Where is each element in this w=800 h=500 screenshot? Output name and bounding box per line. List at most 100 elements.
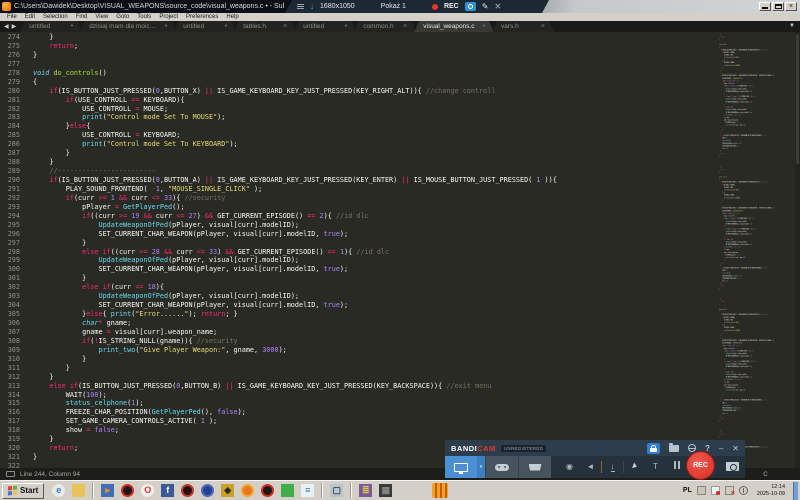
tray-folder-icon[interactable]	[697, 486, 706, 495]
code-line[interactable]: 295 UpdateWeaponOfPed(pPlayer, visual[cu…	[0, 221, 718, 230]
code-line[interactable]: 289 //------------------------	[0, 167, 718, 176]
taskbar-icon-gold-app[interactable]: ◆	[221, 484, 234, 497]
code-line[interactable]: 303 UpdateWeaponOfPed(pPlayer, visual[cu…	[0, 292, 718, 301]
code-line[interactable]: 318 show = false;	[0, 426, 718, 435]
taskbar-icon-firefox[interactable]	[241, 484, 254, 497]
code-line[interactable]: 290 if(IS_BUTTON_JUST_PRESSED(0,BUTTON_A…	[0, 176, 718, 185]
taskbar-icon-red-disc-app-2[interactable]	[181, 484, 194, 497]
code-line[interactable]: 279{	[0, 78, 718, 87]
menu-item-project[interactable]: Project	[155, 13, 182, 21]
code-line[interactable]: 292 if(curr >= 1 && curr <= 33){ //secur…	[0, 194, 718, 203]
dirty-dot-icon[interactable]: •	[217, 21, 227, 32]
code-line[interactable]: 314 WAIT(100);	[0, 391, 718, 400]
taskbar-icon-internet-explorer[interactable]: e	[52, 484, 65, 497]
code-line[interactable]: 304 SET_CURRENT_CHAR_WEAPON(pPlayer, vis…	[0, 301, 718, 310]
rec-button[interactable]: REC	[686, 451, 715, 480]
taskbar-icon-opera[interactable]: O	[141, 484, 154, 497]
menu-item-file[interactable]: File	[3, 13, 21, 21]
code-line[interactable]: 312 }	[0, 373, 718, 382]
code-line[interactable]: 286 print("Control mode Set To KEYBOARD"…	[0, 140, 718, 149]
overlay-close-icon[interactable]: ✕	[494, 2, 501, 11]
taskbar-icon-file-explorer-folder[interactable]	[72, 484, 85, 497]
bandicam-close-icon[interactable]: ✕	[732, 444, 739, 453]
mode-dropdown-caret[interactable]: ▾	[477, 456, 485, 478]
menu-item-find[interactable]: Find	[72, 13, 92, 21]
vertical-scrollbar[interactable]	[795, 32, 800, 468]
code-line[interactable]: 287 }	[0, 149, 718, 158]
tray-document-alert-icon[interactable]	[711, 486, 720, 495]
pause-icon[interactable]	[666, 456, 687, 478]
mouse-cursor-icon[interactable]	[624, 456, 645, 478]
code-line[interactable]: 302 else if(curr <= 18){	[0, 283, 718, 292]
tray-device-disabled-icon[interactable]	[725, 486, 734, 495]
dirty-dot-icon[interactable]: •	[63, 21, 73, 32]
show-desktop-button[interactable]	[793, 482, 798, 500]
dirty-dot-icon[interactable]: •	[157, 21, 167, 32]
taskbar-icon-media-player[interactable]: ▸	[101, 484, 114, 497]
code-line[interactable]: 307 gname = visual[curr].weapon_name;	[0, 328, 718, 337]
taskbar-icon-red-disc-app-3[interactable]	[261, 484, 274, 497]
tab-tables-h[interactable]: tables.h×	[234, 21, 296, 32]
code-line[interactable]: 309 print_two("Give Player Weapon:", gna…	[0, 346, 718, 355]
code-line[interactable]: 297 }	[0, 239, 718, 248]
code-line[interactable]: 315 status_celphone(1);	[0, 399, 718, 408]
code-line[interactable]: 288 }	[0, 158, 718, 167]
menu-item-edit[interactable]: Edit	[21, 13, 39, 21]
code-line[interactable]: 301 }	[0, 274, 718, 283]
minimize-button[interactable]	[759, 2, 771, 11]
tab-common-h[interactable]: common.h×	[354, 21, 416, 32]
code-line[interactable]: 310 }	[0, 355, 718, 364]
close-button[interactable]: ×	[785, 2, 797, 11]
code-line[interactable]: 300 SET_CURRENT_CHAR_WEAPON(pPlayer, vis…	[0, 265, 718, 274]
code-line[interactable]: 278void do_controls()	[0, 69, 718, 78]
screenshot-camera-icon[interactable]	[726, 462, 739, 471]
code-line[interactable]: 280 if(IS_BUTTON_JUST_PRESSED(0,BUTTON_X…	[0, 87, 718, 96]
dirty-dot-icon[interactable]: •	[475, 21, 485, 32]
tab-scroll-right-icon[interactable]: ▶	[12, 23, 17, 30]
code-line[interactable]: 311 }	[0, 364, 718, 373]
taskbar-icon-facebook[interactable]: f	[161, 484, 174, 497]
tab-visual-weapons-c[interactable]: visual_weapons.c•	[414, 21, 494, 32]
speaker-icon[interactable]: ◄	[580, 456, 601, 478]
taskbar-icon-green-app[interactable]	[281, 484, 294, 497]
tab-close-icon[interactable]: ×	[395, 21, 407, 32]
code-line[interactable]: 308 if(!IS_STRING_NULL(gname)){ //securi…	[0, 337, 718, 346]
minimap[interactable]: } return;} void do_controls(){ if(IS_BUT…	[719, 33, 795, 467]
taskbar-icon-blue-disc-app[interactable]	[201, 484, 214, 497]
code-line[interactable]: 285 USE_CONTROLL = KEYBOARD;	[0, 131, 718, 140]
maximize-button[interactable]	[772, 2, 784, 11]
code-line[interactable]: 276}	[0, 51, 718, 60]
code-line[interactable]: 305 }else{ print("Error......"); return;…	[0, 310, 718, 319]
game-recording-mode-button[interactable]	[485, 456, 518, 478]
tray-volume-icon[interactable]	[739, 486, 748, 495]
tab-dzisiaj-mam-dla-moich-fan-w[interactable]: dzisiaj mam dla moich fanów•	[80, 21, 176, 32]
tray-clock[interactable]: 12:14 2025-10-09	[753, 484, 785, 497]
code-line[interactable]: 306 char* gname;	[0, 319, 718, 328]
screen-recording-mode-button[interactable]	[445, 456, 477, 478]
code-line[interactable]: 294 if((curr >= 19 && curr <= 27) && GET…	[0, 212, 718, 221]
overlay-pencil-icon[interactable]: ✎	[482, 2, 489, 11]
code-line[interactable]: 296 SET_CURRENT_CHAR_WEAPON(pPlayer, vis…	[0, 230, 718, 239]
taskbar-icon-winrar[interactable]: ≣	[359, 484, 372, 497]
device-recording-mode-button[interactable]	[518, 456, 551, 478]
taskbar-icon-window-app[interactable]: ▢	[330, 484, 343, 497]
code-line[interactable]: 275 return;	[0, 42, 718, 51]
tab-close-icon[interactable]: ×	[275, 21, 287, 32]
tab-untitled[interactable]: untitled•	[294, 21, 356, 32]
code-line[interactable]: 281 if(USE_CONTROLL == KEYBOARD){	[0, 96, 718, 105]
overlay-download-icon[interactable]: ↓	[310, 0, 314, 13]
tab-untitled[interactable]: untitled•	[174, 21, 236, 32]
menu-item-tools[interactable]: Tools	[133, 13, 155, 21]
code-line[interactable]: 284 }else{	[0, 122, 718, 131]
dirty-dot-icon[interactable]: •	[337, 21, 347, 32]
taskbar-running-app-winamp[interactable]	[432, 483, 448, 498]
lock-icon[interactable]	[647, 443, 660, 454]
code-line[interactable]: 317 SET_GAME_CAMERA_CONTROLS_ACTIVE( 1 )…	[0, 417, 718, 426]
globe-icon[interactable]	[688, 444, 696, 452]
code-line[interactable]: 291 PLAY_SOUND_FRONTEND( -1, "MOUSE_SING…	[0, 185, 718, 194]
code-line[interactable]: 299 UpdateWeaponOfPed(pPlayer, visual[cu…	[0, 256, 718, 265]
text-overlay-icon[interactable]: T	[645, 456, 666, 478]
code-line[interactable]: 283 print("Control mode Set To MOUSE");	[0, 113, 718, 122]
code-line[interactable]: 313 else if(IS_BUTTON_JUST_PRESSED(0,BUT…	[0, 382, 718, 391]
overlay-camera-icon[interactable]	[465, 2, 476, 11]
